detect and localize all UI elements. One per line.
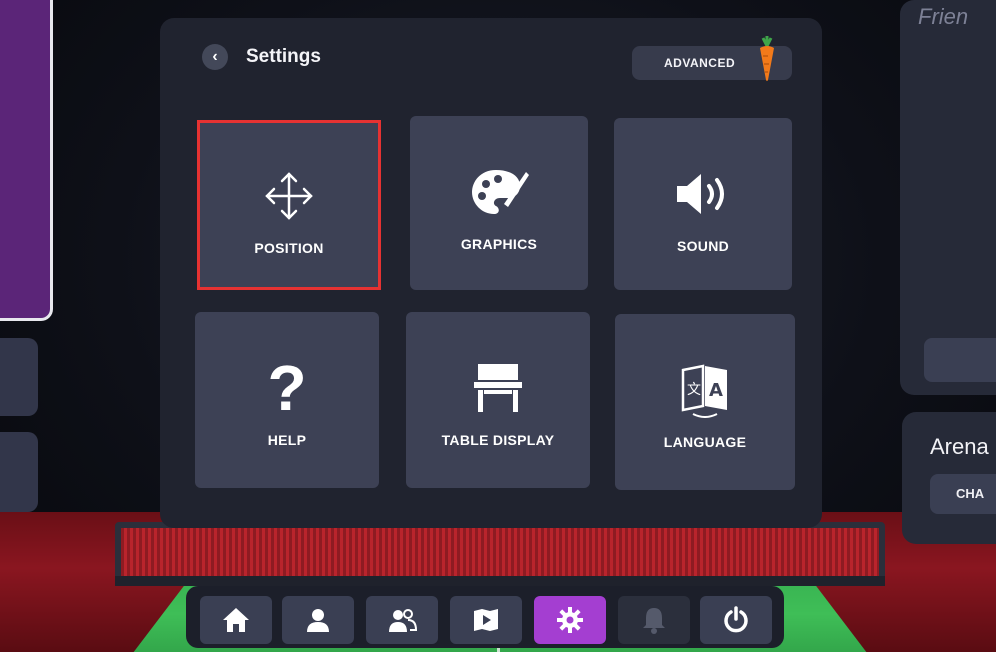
dock-friends-button[interactable] (366, 596, 438, 644)
dock-settings-button[interactable] (534, 596, 606, 644)
table-icon (470, 360, 526, 416)
dock-home-button[interactable] (200, 596, 272, 644)
dock-map-button[interactable] (450, 596, 522, 644)
arena-panel: Arena CHA (902, 412, 996, 544)
vr-scene: Frien Arena CHA ‹ Settings ADVANCED POSI… (0, 0, 996, 652)
svg-text:A: A (709, 380, 723, 401)
sound-tile[interactable]: SOUND (614, 118, 792, 290)
dock-power-button[interactable] (700, 596, 772, 644)
home-icon (223, 608, 249, 632)
friends-icon (389, 609, 418, 632)
translate-icon: 文 A (679, 362, 731, 418)
tile-label: SOUND (676, 238, 730, 254)
bell-icon (643, 608, 665, 634)
chevron-left-icon: ‹ (212, 48, 218, 65)
bottom-dock (186, 586, 784, 648)
speaker-icon (673, 166, 733, 222)
carrot-icon (760, 36, 774, 81)
page-title: Settings (246, 46, 321, 67)
table-display-tile[interactable]: TABLE DISPLAY (406, 312, 590, 488)
palette-icon (468, 164, 530, 220)
tile-label: LANGUAGE (663, 434, 747, 450)
tile-label: HELP (267, 432, 307, 448)
friends-title: Frien (918, 4, 969, 29)
svg-text:文: 文 (687, 382, 701, 398)
selection-highlight (197, 120, 381, 290)
help-tile[interactable]: ? HELP (195, 312, 379, 488)
power-icon (724, 606, 748, 633)
left-side-button[interactable] (0, 432, 38, 512)
left-side-panel (0, 0, 53, 321)
profile-icon (307, 609, 329, 632)
tile-label: TABLE DISPLAY (441, 432, 555, 448)
arena-title: Arena (930, 434, 989, 459)
friends-panel-button[interactable] (924, 338, 996, 382)
back-button[interactable]: ‹ (202, 44, 228, 70)
gear-icon (557, 607, 583, 633)
left-side-button[interactable] (0, 338, 38, 416)
table-net (115, 522, 885, 582)
language-tile[interactable]: 文 A LANGUAGE (615, 314, 795, 490)
challenge-button[interactable]: CHA (930, 474, 996, 514)
dock-notifications-button[interactable] (618, 596, 690, 644)
dock-profile-button[interactable] (282, 596, 354, 644)
friends-panel: Frien (900, 0, 996, 395)
net-base (115, 576, 885, 586)
map-icon (474, 609, 498, 631)
tile-label: GRAPHICS (460, 236, 538, 252)
question-icon: ? (267, 352, 307, 424)
graphics-tile[interactable]: GRAPHICS (410, 116, 588, 290)
